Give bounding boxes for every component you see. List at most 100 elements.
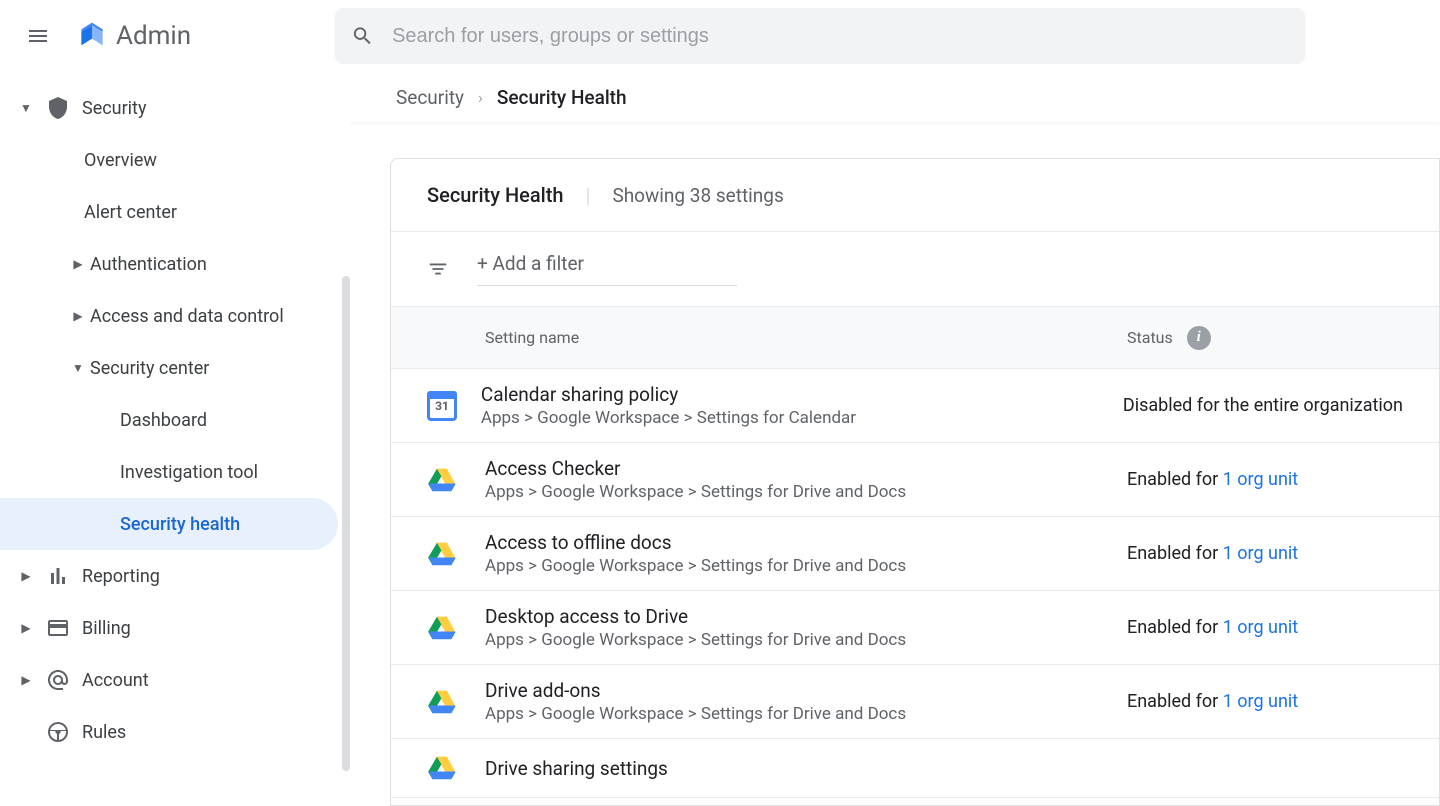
sidebar-item-reporting[interactable]: ▶ Reporting: [0, 550, 338, 602]
status-link[interactable]: 1 org unit: [1223, 469, 1298, 490]
sidebar-item-label: Alert center: [84, 202, 177, 223]
logo-text: Admin: [116, 21, 191, 51]
setting-path: Apps > Google Workspace > Settings for D…: [485, 482, 1127, 502]
app-header: Admin: [0, 0, 1440, 72]
setting-path: Apps > Google Workspace > Settings for D…: [485, 556, 1127, 576]
setting-name: Drive add-ons: [485, 679, 1127, 702]
chevron-right-icon: ▶: [14, 673, 38, 687]
setting-status: Enabled for 1 org unit: [1127, 543, 1403, 564]
setting-status: Enabled for 1 org unit: [1127, 617, 1403, 638]
sidebar-scrollbar[interactable]: [342, 276, 350, 771]
sidebar-item-label: Security: [82, 98, 146, 119]
separator: |: [586, 183, 591, 207]
status-text: Enabled for: [1127, 543, 1223, 564]
row-text: Drive sharing settings: [485, 757, 1127, 780]
row-text: Drive add-onsApps > Google Workspace > S…: [485, 679, 1127, 724]
chevron-right-icon: ›: [478, 88, 483, 107]
sidebar-item-security-health[interactable]: Security health: [0, 498, 338, 550]
chevron-right-icon: ▶: [66, 257, 90, 271]
search-icon: [351, 24, 374, 48]
sidebar-item-investigation-tool[interactable]: Investigation tool: [0, 446, 338, 498]
setting-status: Disabled for the entire organization: [1123, 395, 1403, 416]
setting-name: Drive sharing settings: [485, 757, 1127, 780]
search-bar[interactable]: [335, 8, 1305, 64]
logo-link[interactable]: Admin: [76, 20, 191, 52]
setting-status: Enabled for 1 org unit: [1127, 691, 1403, 712]
col-header-status-label: Status: [1127, 328, 1173, 347]
hamburger-icon: [26, 24, 50, 48]
sidebar: ▼ Security Overview Alert center ▶ Authe…: [0, 72, 350, 806]
sidebar-item-dashboard[interactable]: Dashboard: [0, 394, 338, 446]
sidebar-item-label: Billing: [82, 618, 131, 639]
setting-path: Apps > Google Workspace > Settings for D…: [485, 630, 1127, 650]
filter-row: + Add a filter: [391, 232, 1439, 307]
sidebar-item-rules[interactable]: Rules: [0, 706, 338, 758]
drive-icon: [427, 539, 485, 569]
chevron-down-icon: ▼: [14, 101, 38, 115]
card-header: Security Health | Showing 38 settings: [391, 159, 1439, 232]
table-row[interactable]: 31Calendar sharing policyApps > Google W…: [391, 369, 1439, 443]
drive-icon: [427, 465, 485, 495]
status-text: Enabled for: [1127, 617, 1223, 638]
row-text: Access CheckerApps > Google Workspace > …: [485, 457, 1127, 502]
sidebar-item-label: Rules: [82, 722, 126, 743]
sidebar-item-label: Investigation tool: [120, 462, 258, 483]
row-text: Access to offline docsApps > Google Work…: [485, 531, 1127, 576]
chevron-right-icon: ▶: [14, 621, 38, 635]
info-icon[interactable]: i: [1187, 326, 1211, 350]
card-title: Security Health: [427, 183, 564, 207]
status-link[interactable]: 1 org unit: [1223, 617, 1298, 638]
filter-icon: [427, 258, 449, 280]
sidebar-item-label: Reporting: [82, 566, 160, 587]
col-header-status[interactable]: Status i: [1127, 326, 1403, 350]
row-text: Desktop access to DriveApps > Google Wor…: [485, 605, 1127, 650]
add-filter-button[interactable]: + Add a filter: [477, 252, 737, 286]
col-header-name[interactable]: Setting name: [427, 328, 1127, 347]
sidebar-item-label: Dashboard: [120, 410, 207, 431]
content-wrap: Security Health | Showing 38 settings + …: [350, 122, 1440, 806]
sidebar-item-security[interactable]: ▼ Security: [0, 82, 338, 134]
sidebar-item-label: Security center: [90, 358, 209, 379]
setting-path: Apps > Google Workspace > Settings for C…: [481, 408, 1123, 428]
breadcrumb-parent[interactable]: Security: [396, 86, 464, 109]
sidebar-item-overview[interactable]: Overview: [0, 134, 338, 186]
sidebar-item-access-data[interactable]: ▶ Access and data control: [0, 290, 338, 342]
chevron-right-icon: ▶: [66, 309, 90, 323]
setting-name: Access to offline docs: [485, 531, 1127, 554]
sidebar-item-label: Account: [82, 670, 149, 691]
setting-path: Apps > Google Workspace > Settings for D…: [485, 704, 1127, 724]
setting-name: Access Checker: [485, 457, 1127, 480]
sidebar-item-account[interactable]: ▶ Account: [0, 654, 338, 706]
table-row[interactable]: Drive add-onsApps > Google Workspace > S…: [391, 665, 1439, 739]
search-input[interactable]: [392, 25, 1289, 48]
table-row[interactable]: Drive sharing settings: [391, 739, 1439, 798]
status-text: Enabled for: [1127, 691, 1223, 712]
table-body: 31Calendar sharing policyApps > Google W…: [391, 369, 1439, 805]
at-sign-icon: [38, 668, 82, 692]
sidebar-item-label: Access and data control: [90, 306, 284, 327]
table-row[interactable]: Desktop access to DriveApps > Google Wor…: [391, 591, 1439, 665]
hamburger-menu-button[interactable]: [14, 12, 62, 60]
sidebar-item-authentication[interactable]: ▶ Authentication: [0, 238, 338, 290]
table-row[interactable]: Access CheckerApps > Google Workspace > …: [391, 443, 1439, 517]
status-link[interactable]: 1 org unit: [1223, 691, 1298, 712]
main-content: Security › Security Health Security Heal…: [350, 72, 1440, 806]
layout: ▼ Security Overview Alert center ▶ Authe…: [0, 72, 1440, 806]
credit-card-icon: [38, 616, 82, 640]
admin-logo-icon: [76, 20, 108, 52]
sidebar-item-billing[interactable]: ▶ Billing: [0, 602, 338, 654]
setting-name: Desktop access to Drive: [485, 605, 1127, 628]
bar-chart-icon: [38, 564, 82, 588]
sidebar-item-alert-center[interactable]: Alert center: [0, 186, 338, 238]
table-row[interactable]: Access to offline docsApps > Google Work…: [391, 517, 1439, 591]
setting-status: Enabled for 1 org unit: [1127, 469, 1403, 490]
sidebar-item-label: Overview: [84, 150, 157, 171]
status-text: Enabled for: [1127, 469, 1223, 490]
steering-wheel-icon: [38, 720, 82, 744]
status-link[interactable]: 1 org unit: [1223, 543, 1298, 564]
drive-icon: [427, 687, 485, 717]
settings-card: Security Health | Showing 38 settings + …: [390, 158, 1440, 806]
drive-icon: [427, 613, 485, 643]
sidebar-item-security-center[interactable]: ▼ Security center: [0, 342, 338, 394]
setting-name: Calendar sharing policy: [481, 383, 1123, 406]
